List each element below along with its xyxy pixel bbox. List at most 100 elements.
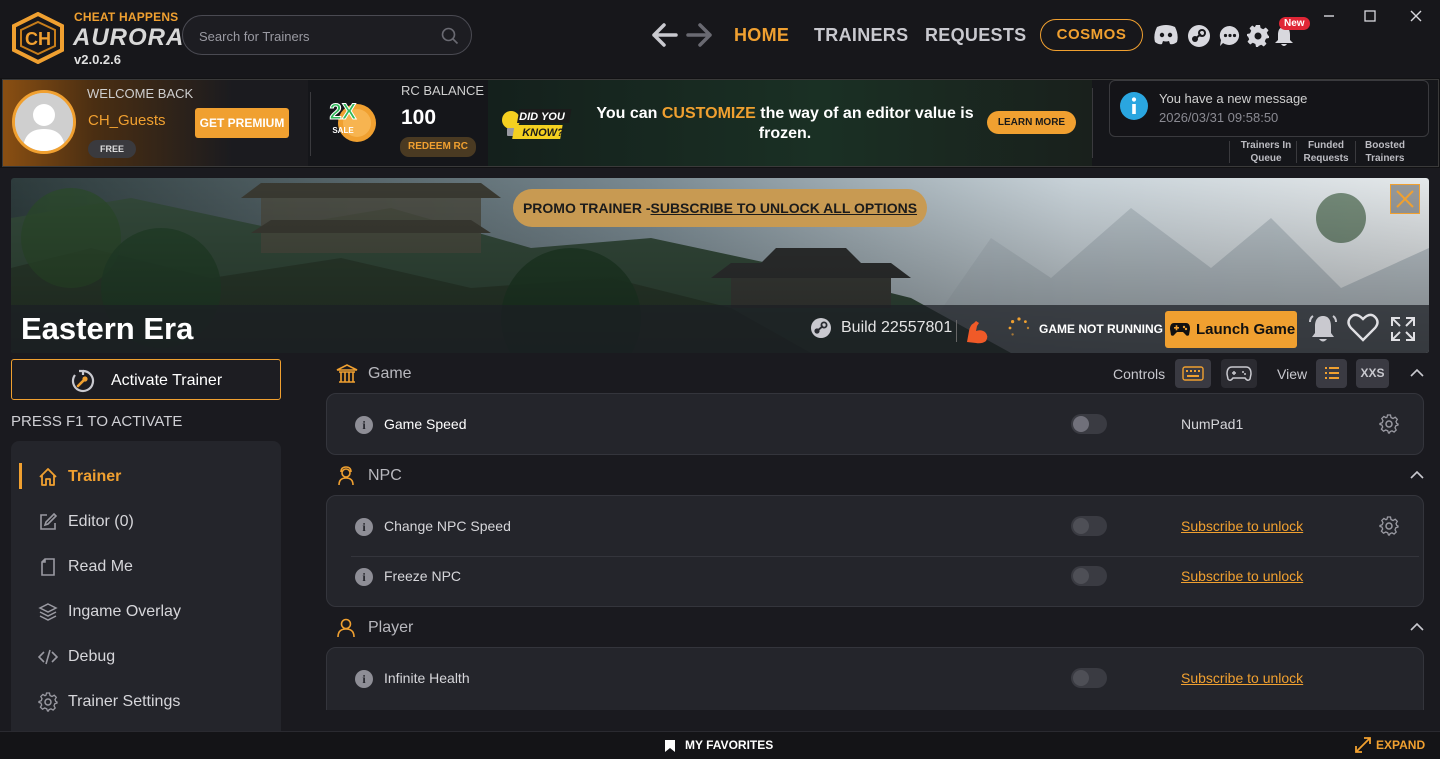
stat-label: Queue	[1250, 153, 1282, 164]
nav-requests[interactable]: REQUESTS	[925, 25, 1026, 46]
option-toggle[interactable]	[1071, 414, 1107, 434]
chat-icon[interactable]	[1218, 24, 1242, 48]
cheat-happens-logo[interactable]: CH	[10, 12, 66, 64]
app-version: v2.0.2.6	[74, 52, 121, 67]
brand-tagline: CHEAT HAPPENS	[74, 10, 179, 24]
fullscreen-expand-icon[interactable]	[1389, 315, 1417, 343]
sidebar-item-label: Editor (0)	[68, 513, 134, 530]
message-box[interactable]	[1109, 80, 1429, 137]
boosted-trainers[interactable]: Boosted Trainers	[1358, 139, 1412, 165]
option-label: Change NPC Speed	[384, 518, 511, 534]
option-row[interactable]: i Change NPC Speed Subscribe to unlock	[351, 502, 1419, 552]
promo-subscribe-link[interactable]: SUBSCRIBE TO UNLOCK ALL OPTIONS	[651, 200, 918, 216]
nav-trainers[interactable]: TRAINERS	[814, 25, 908, 46]
compact-view-button[interactable]: XXS	[1356, 359, 1389, 388]
sidebar-item-debug[interactable]: Debug	[11, 637, 281, 677]
content-clip	[300, 710, 1440, 731]
activate-icon	[70, 368, 96, 394]
home-icon	[38, 467, 58, 487]
search-box[interactable]	[182, 15, 472, 55]
sale-label: SALE	[332, 126, 354, 135]
trainers-in-queue[interactable]: Trainers In Queue	[1236, 139, 1296, 165]
svg-text:CH: CH	[25, 29, 51, 49]
layers-icon	[38, 602, 58, 622]
list-view-button[interactable]	[1316, 359, 1347, 388]
sidebar-item-editor[interactable]: Editor (0)	[11, 502, 281, 542]
section-header-player[interactable]: Player	[327, 613, 1424, 643]
close-window-icon[interactable]	[1405, 8, 1427, 26]
subscribe-to-unlock-link[interactable]: Subscribe to unlock	[1181, 518, 1303, 534]
info-icon[interactable]: i	[355, 568, 373, 586]
sidebar-menu: Trainer Editor (0) Read Me Ingame Overla…	[11, 441, 281, 731]
divider	[1355, 141, 1356, 163]
gear-icon[interactable]	[1379, 516, 1399, 536]
option-card-npc: i Change NPC Speed Subscribe to unlock i…	[326, 495, 1424, 607]
activate-trainer-button[interactable]: Activate Trainer	[11, 359, 281, 400]
tip-text: You can CUSTOMIZE the way of an editor v…	[590, 104, 980, 144]
nav-cosmos-button[interactable]: COSMOS	[1040, 19, 1143, 51]
option-toggle[interactable]	[1071, 566, 1107, 586]
npc-icon	[336, 466, 356, 486]
stat-label: Trainers In	[1240, 140, 1292, 151]
my-favorites-button[interactable]: MY FAVORITES	[685, 738, 773, 752]
alert-bell-icon[interactable]	[1307, 313, 1339, 345]
favorite-heart-icon[interactable]	[1347, 313, 1379, 343]
sidebar-item-trainer-settings[interactable]: Trainer Settings	[11, 682, 281, 722]
sidebar-item-ingame-overlay[interactable]: Ingame Overlay	[11, 592, 281, 632]
section-header-npc[interactable]: NPC	[327, 461, 1424, 491]
back-arrow-icon[interactable]	[650, 22, 678, 48]
game-status: GAME NOT RUNNING	[1039, 322, 1163, 336]
settings-gear-icon[interactable]	[1246, 24, 1270, 48]
option-row[interactable]: i Infinite Health Subscribe to unlock	[351, 654, 1419, 704]
section-title: Game	[368, 365, 412, 382]
activation-hint: PRESS F1 TO ACTIVATE	[11, 413, 183, 430]
bookmark-icon[interactable]	[664, 739, 676, 753]
sale-badge[interactable]: 2X SALE	[323, 95, 379, 147]
sidebar-item-label: Trainer	[68, 468, 122, 485]
search-icon[interactable]	[441, 27, 459, 45]
username[interactable]: CH_Guests	[88, 112, 166, 129]
subscribe-to-unlock-link[interactable]: Subscribe to unlock	[1181, 670, 1303, 686]
avatar[interactable]	[12, 90, 76, 154]
expand-icon[interactable]	[1355, 737, 1371, 753]
expand-button[interactable]: EXPAND	[1376, 738, 1425, 752]
document-icon	[38, 557, 58, 577]
flexed-arm-icon[interactable]	[964, 318, 990, 344]
gamepad-controls-button[interactable]	[1221, 359, 1257, 388]
search-input[interactable]	[199, 25, 439, 47]
funded-requests[interactable]: Funded Requests	[1300, 139, 1352, 165]
chevron-up-icon[interactable]	[1410, 622, 1424, 632]
sidebar-item-trainer[interactable]: Trainer	[11, 457, 281, 497]
info-icon[interactable]: i	[355, 416, 373, 434]
chevron-up-icon[interactable]	[1410, 368, 1424, 378]
steam-icon[interactable]	[1187, 24, 1211, 48]
close-icon	[1396, 190, 1414, 208]
nav-home[interactable]: HOME	[734, 25, 789, 46]
option-toggle[interactable]	[1071, 516, 1107, 536]
discord-icon[interactable]	[1153, 24, 1179, 46]
info-icon[interactable]: i	[355, 670, 373, 688]
option-toggle[interactable]	[1071, 668, 1107, 688]
promo-banner-button[interactable]: PROMO TRAINER -SUBSCRIBE TO UNLOCK ALL O…	[513, 189, 927, 227]
hotkey-label[interactable]: NumPad1	[1181, 416, 1243, 432]
keyboard-controls-button[interactable]	[1175, 359, 1211, 388]
section-header-game[interactable]: Game	[327, 359, 1424, 389]
forward-arrow-icon[interactable]	[686, 22, 714, 48]
option-row[interactable]: i Game Speed NumPad1	[351, 400, 1419, 450]
sidebar-item-read-me[interactable]: Read Me	[11, 547, 281, 587]
sidebar-item-label: Ingame Overlay	[68, 603, 181, 620]
message-timestamp: 2026/03/31 09:58:50	[1159, 110, 1279, 125]
info-icon[interactable]: i	[355, 518, 373, 536]
minimize-icon[interactable]	[1318, 8, 1340, 26]
gear-icon[interactable]	[1379, 414, 1399, 434]
option-row[interactable]: i Freeze NPC Subscribe to unlock	[351, 552, 1419, 602]
maximize-icon[interactable]	[1359, 8, 1381, 26]
learn-more-button[interactable]: LEARN MORE	[987, 111, 1076, 134]
banner-close-button[interactable]	[1390, 184, 1420, 214]
get-premium-button[interactable]: GET PREMIUM	[195, 108, 289, 138]
redeem-rc-button[interactable]: REDEEM RC	[400, 137, 476, 157]
launch-game-button[interactable]: Launch Game	[1165, 311, 1297, 348]
subscribe-to-unlock-link[interactable]: Subscribe to unlock	[1181, 568, 1303, 584]
chevron-up-icon[interactable]	[1410, 470, 1424, 480]
steam-icon	[810, 317, 832, 339]
